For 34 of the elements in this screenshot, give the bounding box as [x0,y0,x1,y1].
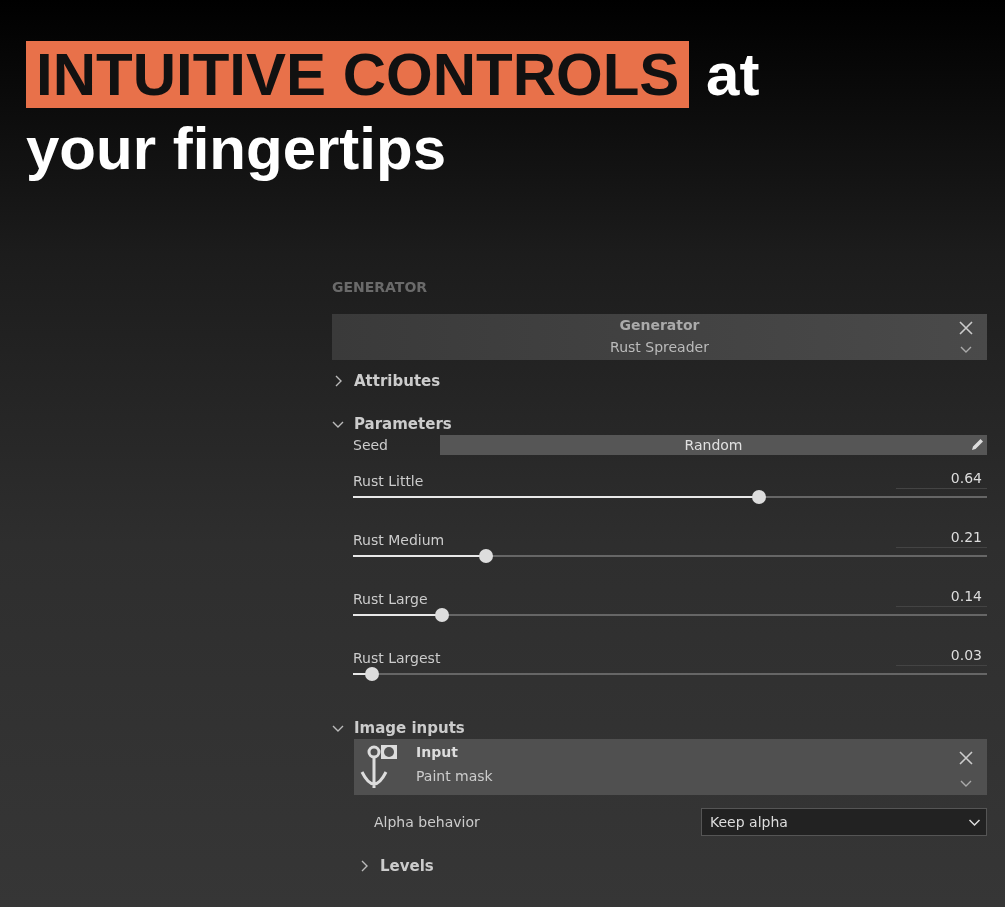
slider-track[interactable] [353,608,987,622]
value-field[interactable]: 0.21 [896,529,987,548]
slider-thumb[interactable] [434,608,449,622]
close-icon[interactable] [959,751,973,765]
section-header[interactable]: Parameters [332,413,452,435]
generator-selector[interactable]: Generator Rust Spreader [332,314,987,360]
slider-label: Rust Little [353,473,424,489]
slider-track[interactable] [353,667,987,681]
chevron-down-icon [960,346,972,354]
slider-track[interactable] [353,490,987,504]
section-header[interactable]: Attributes [332,370,441,392]
close-icon[interactable] [959,321,973,335]
slider-track[interactable] [353,549,987,563]
slider-thumb[interactable] [751,490,766,504]
headline: INTUITIVE CONTROLS at your fingertips [25,40,761,184]
input-selector[interactable]: Input Paint mask [354,739,987,795]
section-header[interactable]: Image inputs [332,717,465,739]
value-field[interactable]: 0.64 [896,470,987,489]
panel-title: GENERATOR [332,279,429,297]
alpha-behavior-label: Alpha behavior [374,814,480,830]
value-field[interactable]: 0.14 [896,588,987,607]
slider-label: Rust Largest [353,650,441,666]
slider-thumb[interactable] [365,667,379,681]
seed-field[interactable]: Random [440,435,987,455]
seed-label: Seed [353,437,389,453]
pencil-icon[interactable] [970,438,984,452]
slider-label: Rust Medium [353,532,445,548]
chevron-down-icon[interactable] [968,819,981,827]
value-field[interactable]: 0.03 [896,647,987,666]
slider-thumb[interactable] [479,549,494,563]
chevron-down-icon [960,780,972,788]
slider-label: Rust Large [353,591,428,607]
alpha-behavior-dropdown[interactable]: Keep alpha [701,808,987,836]
section-header[interactable]: Levels [358,855,434,877]
